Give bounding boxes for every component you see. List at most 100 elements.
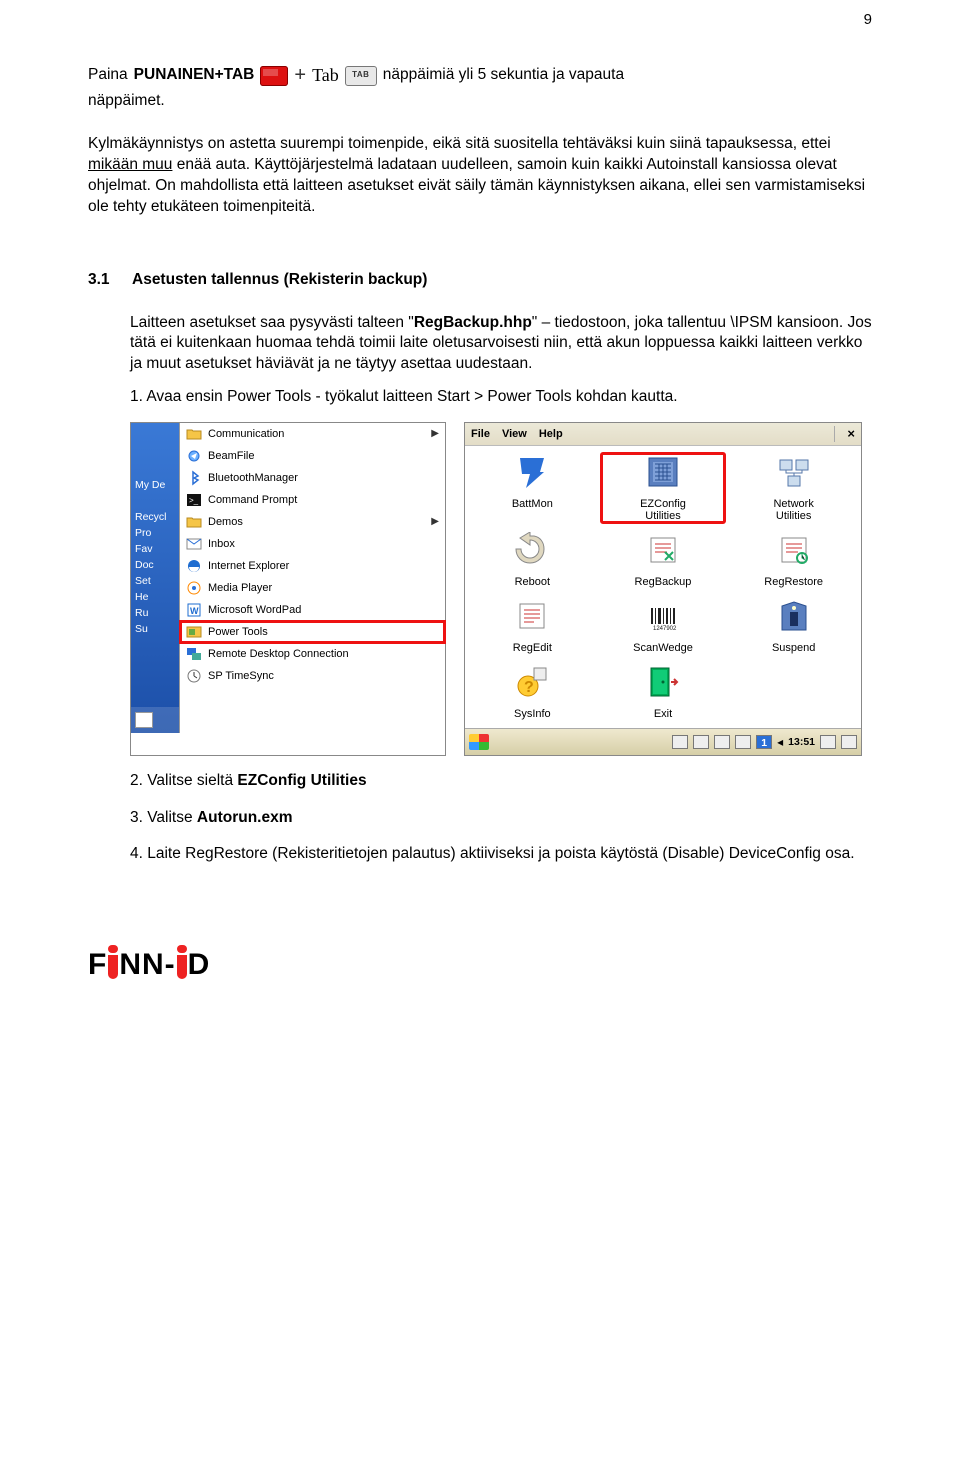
tray-icon[interactable]: 1	[756, 735, 772, 749]
step-2: 2. Valitse sieltä EZConfig Utilities	[130, 771, 872, 792]
menu-item-bluetoothmanager[interactable]: BluetoothManager	[180, 467, 445, 489]
para2-a: Laitteen asetukset saa pysyvästi talteen…	[130, 314, 414, 331]
tray-icon[interactable]	[820, 735, 836, 749]
desktop-cut-label: My De	[135, 478, 179, 493]
tool-ezconfig-utilities[interactable]: EZConfigUtilities	[602, 454, 725, 522]
menu-item-beamfile[interactable]: BeamFile	[180, 445, 445, 467]
svg-text:?: ?	[524, 679, 534, 696]
desktop-cut-label: Set	[135, 574, 179, 589]
tool-icon: ?	[514, 664, 550, 705]
divider-icon	[834, 426, 835, 442]
lead-tail: näppäimiä yli 5 sekuntia ja vapauta	[383, 65, 624, 86]
desktop-cut-label: Ru	[135, 606, 179, 621]
menu-item-microsoft-wordpad[interactable]: W Microsoft WordPad	[180, 599, 445, 621]
underlined-text: mikään muu	[88, 156, 172, 173]
menu-item-internet-explorer[interactable]: Internet Explorer	[180, 555, 445, 577]
menu-help[interactable]: Help	[539, 427, 563, 442]
menu-item-command-prompt[interactable]: >_ Command Prompt	[180, 489, 445, 511]
tray-icon[interactable]	[735, 735, 751, 749]
step3-bold: Autorun.exm	[197, 809, 293, 826]
app-icon	[186, 624, 202, 640]
tool-icon	[645, 664, 681, 705]
menu-item-remote-desktop-connection[interactable]: Remote Desktop Connection	[180, 643, 445, 665]
logo-i-icon	[177, 955, 187, 979]
menu-item-demos[interactable]: Demos▶	[180, 511, 445, 533]
tool-battmon[interactable]: BattMon	[471, 454, 594, 522]
menu-file[interactable]: File	[471, 427, 490, 442]
menu-item-label: BluetoothManager	[208, 471, 298, 486]
tool-label: BattMon	[512, 498, 553, 510]
menu-item-sp-timesync[interactable]: SP TimeSync	[180, 665, 445, 687]
tool-regbackup[interactable]: RegBackup	[602, 532, 725, 588]
programs-menu: Communication▶ BeamFile BluetoothManager >_…	[179, 423, 445, 733]
menu-view[interactable]: View	[502, 427, 527, 442]
menu-item-label: Media Player	[208, 581, 272, 596]
menu-item-label: BeamFile	[208, 449, 254, 464]
app-icon	[186, 668, 202, 684]
tool-exit[interactable]: Exit	[602, 664, 725, 720]
menu-item-label: Microsoft WordPad	[208, 603, 301, 618]
menu-item-inbox[interactable]: Inbox	[180, 533, 445, 555]
step2-bold: EZConfig Utilities	[237, 772, 366, 789]
tool-icon	[645, 532, 681, 573]
tool-reboot[interactable]: Reboot	[471, 532, 594, 588]
menu-item-power-tools[interactable]: Power Tools	[180, 621, 445, 643]
taskbar-clock: 13:51	[788, 735, 815, 749]
lead-bold-combo: PUNAINEN+TAB	[134, 65, 255, 86]
tool-regedit[interactable]: RegEdit	[471, 598, 594, 654]
tool-label: Suspend	[772, 642, 815, 654]
section-number: 3.1	[88, 270, 118, 291]
tray-icon[interactable]	[672, 735, 688, 749]
tool-suspend[interactable]: Suspend	[732, 598, 855, 654]
tool-label: Exit	[654, 708, 672, 720]
tool-icon: 1247902	[645, 598, 681, 639]
tool-label: SysInfo	[514, 708, 551, 720]
tray-icon[interactable]	[841, 735, 857, 749]
desktop-cut-label: Pro	[135, 526, 179, 541]
menu-item-media-player[interactable]: Media Player	[180, 577, 445, 599]
tool-scanwedge[interactable]: 1247902ScanWedge	[602, 598, 725, 654]
menu-item-label: Power Tools	[208, 625, 268, 640]
tray-icon[interactable]	[714, 735, 730, 749]
menu-item-label: Command Prompt	[208, 493, 297, 508]
tool-network-utilities[interactable]: NetworkUtilities	[732, 454, 855, 522]
section-heading: 3.1 Asetusten tallennus (Rekisterin back…	[88, 270, 872, 291]
menu-item-label: Demos	[208, 515, 243, 530]
tray-icon[interactable]	[693, 735, 709, 749]
tool-sysinfo[interactable]: ? SysInfo	[471, 664, 594, 720]
taskbar: 1 ◂ 13:51	[465, 728, 861, 755]
tool-icon	[645, 454, 681, 495]
screenshot-start-menu: My DeRecyclProFavDocSetHeRuSu Communicat…	[130, 422, 446, 755]
menu-item-communication[interactable]: Communication▶	[180, 423, 445, 445]
desktop-cut-label	[135, 494, 179, 509]
app-icon: >_	[186, 492, 202, 508]
step-3: 3. Valitse Autorun.exm	[130, 808, 872, 829]
desktop-cut-label: He	[135, 590, 179, 605]
app-icon	[186, 580, 202, 596]
step2-a: 2. Valitse sieltä	[130, 772, 237, 789]
regbackup-bold: RegBackup.hhp	[414, 314, 532, 331]
close-icon[interactable]: ×	[847, 425, 855, 443]
step-4: 4. Laite RegRestore (Rekisteritietojen p…	[130, 844, 872, 865]
app-icon	[186, 646, 202, 662]
page-number: 9	[864, 10, 872, 30]
menu-item-label: Communication	[208, 427, 284, 442]
app-icon	[186, 470, 202, 486]
app-icon	[186, 448, 202, 464]
app-icon	[186, 536, 202, 552]
logo-i-icon	[108, 955, 118, 979]
tool-icon	[514, 532, 550, 573]
lead-line2: näppäimet.	[88, 91, 872, 112]
tool-regrestore[interactable]: RegRestore	[732, 532, 855, 588]
red-key-icon	[260, 66, 288, 86]
start-flag-icon[interactable]	[469, 734, 489, 750]
chevron-left-icon[interactable]: ◂	[777, 734, 783, 750]
screenshot-power-tools: File View Help × BattMon EZConfigUtilitie…	[464, 422, 862, 755]
footer-logo: F NN- D	[88, 945, 872, 986]
desktop-cut-label: Su	[135, 622, 179, 637]
logo-text-mid: NN-	[119, 945, 175, 986]
app-icon: W	[186, 602, 202, 618]
plus-icon: +	[294, 62, 306, 89]
tool-label: RegEdit	[513, 642, 552, 654]
svg-text:W: W	[190, 606, 199, 616]
